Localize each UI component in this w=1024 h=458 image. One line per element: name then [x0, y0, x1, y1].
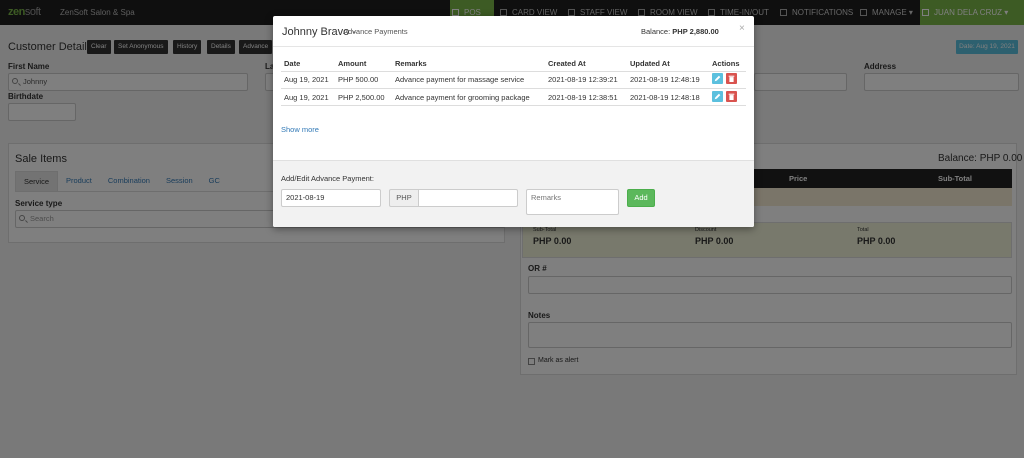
- modal-subtitle: Advance Payments: [343, 27, 408, 36]
- row2-delete-button[interactable]: [726, 91, 737, 102]
- row2-amount: PHP 2,500.00: [338, 93, 385, 102]
- form-label: Add/Edit Advance Payment:: [281, 174, 374, 183]
- modal-balance: Balance: PHP 2,880.00: [641, 27, 719, 36]
- row1-updated: 2021-08-19 12:48:19: [630, 75, 700, 84]
- row-divider: [281, 105, 746, 106]
- close-icon[interactable]: ×: [739, 23, 745, 34]
- trash-icon: [728, 75, 735, 82]
- pencil-icon: [714, 75, 721, 82]
- row1-date: Aug 19, 2021: [284, 75, 329, 84]
- show-more-link[interactable]: Show more: [281, 125, 319, 134]
- advance-payments-modal: Johnny Bravo - Advance Payments Balance:…: [273, 16, 754, 227]
- col-updated-at: Updated At: [630, 59, 670, 68]
- add-payment-button[interactable]: Add: [627, 189, 655, 207]
- amount-input[interactable]: [418, 189, 518, 207]
- pencil-icon: [714, 93, 721, 100]
- row1-edit-button[interactable]: [712, 73, 723, 84]
- trash-icon: [728, 93, 735, 100]
- row2-remarks: Advance payment for grooming package: [395, 93, 530, 102]
- payment-date-input[interactable]: 2021-08-19: [281, 189, 381, 207]
- remarks-textarea[interactable]: [526, 189, 619, 215]
- row1-delete-button[interactable]: [726, 73, 737, 84]
- modal-header-divider: [273, 46, 754, 47]
- row2-updated: 2021-08-19 12:48:18: [630, 93, 700, 102]
- col-actions: Actions: [712, 59, 740, 68]
- row1-amount: PHP 500.00: [338, 75, 379, 84]
- row1-created: 2021-08-19 12:39:21: [548, 75, 618, 84]
- row2-date: Aug 19, 2021: [284, 93, 329, 102]
- row-divider: [281, 88, 746, 89]
- col-amount: Amount: [338, 59, 367, 68]
- table-header-divider: [281, 71, 746, 72]
- row2-edit-button[interactable]: [712, 91, 723, 102]
- row2-created: 2021-08-19 12:38:51: [548, 93, 618, 102]
- col-date: Date: [284, 59, 301, 68]
- col-created-at: Created At: [548, 59, 586, 68]
- currency-addon: PHP: [389, 189, 419, 207]
- advance-payment-form: Add/Edit Advance Payment: 2021-08-19 PHP…: [273, 160, 754, 227]
- row1-remarks: Advance payment for massage service: [395, 75, 525, 84]
- col-remarks: Remarks: [395, 59, 427, 68]
